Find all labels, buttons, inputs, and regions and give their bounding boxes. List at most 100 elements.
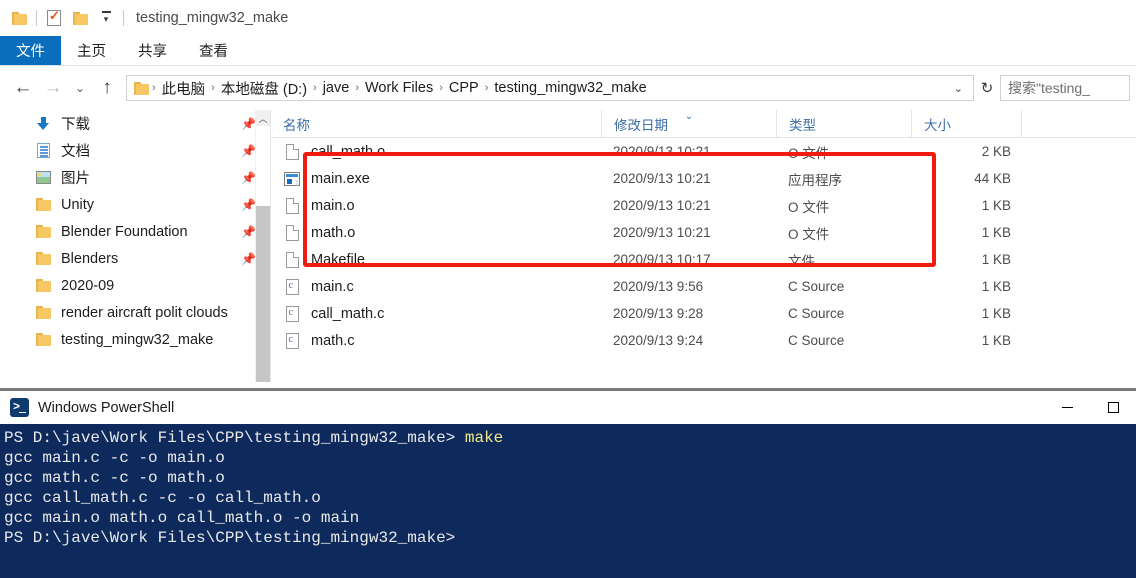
breadcrumb-item-0[interactable]: 此电脑 (157, 78, 211, 99)
column-header-name[interactable]: 名称 (271, 110, 601, 138)
pin-icon[interactable]: 📌 (241, 144, 256, 158)
pin-icon[interactable]: 📌 (241, 117, 256, 131)
sidebar-item-testing-mingw32-make[interactable]: testing_mingw32_make (0, 326, 270, 353)
breadcrumb-dropdown-icon[interactable]: ⌄ (950, 82, 971, 95)
address-bar: ← → ⌄ ↑ › 此电脑 › 本地磁盘 (D:) › jave › Work … (0, 66, 1136, 110)
sidebar-item-blenders[interactable]: Blenders 📌 (0, 245, 270, 272)
column-header-date[interactable]: ⌄ 修改日期 (601, 110, 776, 138)
file-type-cell: C Source (788, 306, 845, 321)
minimize-button[interactable] (1044, 391, 1090, 424)
table-row[interactable]: call_math.c 2020/9/13 9:28 C Source 1 KB (271, 300, 1136, 327)
new-folder-icon[interactable] (67, 5, 93, 31)
breadcrumb-item-5[interactable]: testing_mingw32_make (489, 80, 651, 96)
back-button[interactable]: ← (8, 73, 38, 103)
table-row[interactable]: Makefile 2020/9/13 10:17 文件 1 KB (271, 246, 1136, 273)
table-row[interactable]: main.o 2020/9/13 10:21 O 文件 1 KB (271, 192, 1136, 219)
sidebar-item-documents[interactable]: 文档 📌 (0, 137, 270, 164)
sidebar-item-render-aircraft-polit-clouds[interactable]: render aircraft polit clouds (0, 299, 270, 326)
pin-icon[interactable]: 📌 (241, 252, 256, 266)
column-header-label: 修改日期 (614, 117, 668, 133)
column-header-type[interactable]: 类型 (776, 110, 911, 138)
folder-icon (34, 198, 52, 211)
column-header-label: 名称 (283, 117, 310, 133)
console-line: PS D:\jave\Work Files\CPP\testing_mingw3… (4, 529, 456, 547)
file-size-cell: 1 KB (981, 306, 1011, 321)
scrollbar-thumb[interactable] (256, 206, 270, 382)
console-output[interactable]: PS D:\jave\Work Files\CPP\testing_mingw3… (0, 424, 1136, 578)
console-line: gcc main.c -c -o main.o (4, 449, 225, 467)
tab-view[interactable]: 查看 (183, 36, 244, 65)
pictures-icon (34, 171, 52, 184)
sidebar-item-blender-foundation[interactable]: Blender Foundation 📌 (0, 218, 270, 245)
column-header-size[interactable]: 大小 (911, 110, 1021, 138)
pin-icon[interactable]: 📌 (241, 225, 256, 239)
scroll-up-icon[interactable]: ︿ (256, 110, 270, 126)
download-icon (34, 116, 52, 131)
forward-button[interactable]: → (38, 73, 68, 103)
folder-icon[interactable] (6, 5, 32, 31)
breadcrumb-item-3[interactable]: Work Files (360, 80, 438, 96)
file-type-cell: O 文件 (788, 145, 830, 161)
console-line: gcc math.c -c -o math.o (4, 469, 225, 487)
search-input[interactable]: 搜索"testing_ (1000, 75, 1130, 101)
file-type-cell: C Source (788, 333, 845, 348)
table-row[interactable]: math.o 2020/9/13 10:21 O 文件 1 KB (271, 219, 1136, 246)
up-button[interactable]: ↑ (92, 73, 122, 103)
column-headers: 名称 ⌄ 修改日期 类型 大小 (271, 110, 1136, 138)
c-source-icon (283, 278, 301, 295)
refresh-button[interactable]: ↻ (974, 79, 1000, 97)
properties-icon[interactable] (41, 5, 67, 31)
sidebar-item-label: Unity (61, 196, 95, 213)
file-name-label: Makefile (311, 251, 365, 268)
file-size-cell: 2 KB (981, 144, 1011, 159)
file-name-cell: Makefile (271, 251, 601, 268)
tab-home[interactable]: 主页 (61, 36, 122, 65)
table-row[interactable]: main.exe 2020/9/13 10:21 应用程序 44 KB (271, 165, 1136, 192)
tab-share[interactable]: 共享 (122, 36, 183, 65)
explorer-body: 下载 📌 文档 📌 图片 📌 Unity 📌 Blender Foundatio… (0, 110, 1136, 382)
file-size-cell: 1 KB (981, 279, 1011, 294)
sidebar-item-label: 2020-09 (61, 277, 115, 294)
customize-dropdown-icon[interactable]: ▾ (93, 5, 119, 31)
file-name-label: call_math.c (311, 305, 385, 322)
breadcrumb-item-1[interactable]: 本地磁盘 (D:) (216, 78, 312, 99)
breadcrumb-item-4[interactable]: CPP (444, 80, 484, 96)
file-name-label: math.c (311, 332, 355, 349)
breadcrumb-bar[interactable]: › 此电脑 › 本地磁盘 (D:) › jave › Work Files › … (126, 75, 974, 101)
file-name-cell: math.c (271, 332, 601, 349)
ribbon-tabs: 文件 主页 共享 查看 (0, 36, 1136, 66)
maximize-button[interactable] (1090, 391, 1136, 424)
file-name-cell: math.o (271, 224, 601, 241)
sidebar-item-label: 图片 (61, 171, 90, 187)
file-type-cell: C Source (788, 279, 845, 294)
tab-file[interactable]: 文件 (0, 36, 61, 65)
powershell-window: Windows PowerShell PS D:\jave\Work Files… (0, 388, 1136, 578)
sidebar-item-2020-09[interactable]: 2020-09 (0, 272, 270, 299)
console-command: make (464, 429, 504, 447)
table-row[interactable]: math.c 2020/9/13 9:24 C Source 1 KB (271, 327, 1136, 354)
console-line: gcc main.o math.o call_math.o -o main (4, 509, 360, 527)
column-header-label: 类型 (789, 117, 816, 133)
file-rows: call_math.o 2020/9/13 10:21 O 文件 2 KB ma… (271, 138, 1136, 354)
table-row[interactable]: main.c 2020/9/13 9:56 C Source 1 KB (271, 273, 1136, 300)
file-type-cell: O 文件 (788, 226, 830, 242)
breadcrumb-item-2[interactable]: jave (318, 80, 355, 96)
navigation-scrollbar[interactable]: ︿ (255, 110, 270, 382)
folder-icon (34, 306, 52, 319)
console-line: PS D:\jave\Work Files\CPP\testing_mingw3… (4, 428, 1136, 448)
sidebar-item-pictures[interactable]: 图片 📌 (0, 164, 270, 191)
sort-indicator-icon: ⌄ (684, 110, 694, 122)
file-date-cell: 2020/9/13 10:21 (613, 144, 711, 159)
recent-locations-button[interactable]: ⌄ (68, 73, 92, 103)
file-explorer-window: ▾ testing_mingw32_make 文件 主页 共享 查看 ← → ⌄… (0, 0, 1136, 388)
sidebar-item-unity[interactable]: Unity 📌 (0, 191, 270, 218)
file-date-cell: 2020/9/13 10:21 (613, 171, 711, 186)
pin-icon[interactable]: 📌 (241, 198, 256, 212)
sidebar-item-downloads[interactable]: 下载 📌 (0, 110, 270, 137)
quick-access-toolbar: ▾ (6, 5, 128, 31)
window-title: testing_mingw32_make (136, 10, 289, 26)
table-row[interactable]: call_math.o 2020/9/13 10:21 O 文件 2 KB (271, 138, 1136, 165)
folder-icon (34, 279, 52, 292)
pin-icon[interactable]: 📌 (241, 171, 256, 185)
powershell-title-bar[interactable]: Windows PowerShell (0, 391, 1136, 424)
